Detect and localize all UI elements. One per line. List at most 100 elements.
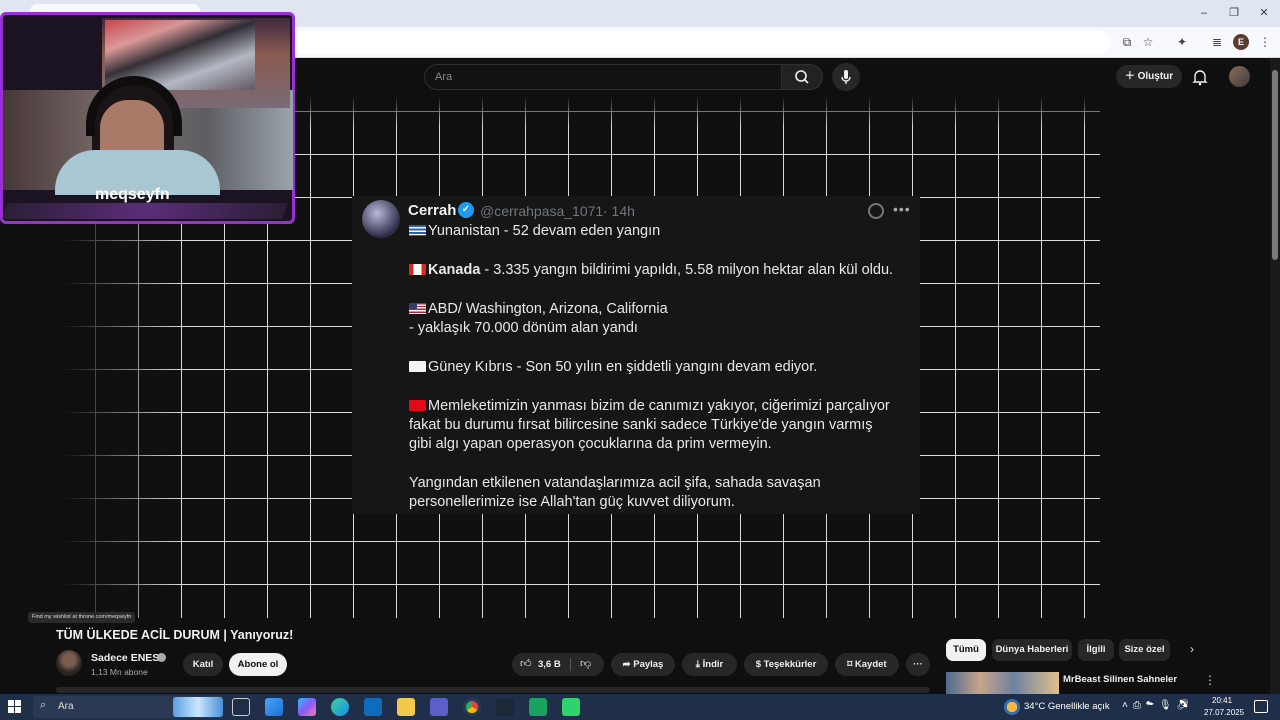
verified-badge-icon: ✓: [458, 202, 474, 218]
search-highlight-image: [173, 697, 223, 717]
tweet-author-avatar: [362, 200, 400, 238]
system-tray-icons[interactable]: ˄⎙☁🎙︎🔊︎: [1122, 700, 1194, 711]
save-label: Kaydet: [854, 659, 887, 670]
tweet-line-text: Güney Kıbrıs - Son 50 yılın en şiddetli …: [428, 359, 818, 375]
webcam-label-strip: [2, 203, 288, 219]
like-divider: [570, 658, 571, 671]
chip-for-you[interactable]: Size özel: [1119, 639, 1170, 661]
subscriber-count: 1,13 Mn abone: [91, 667, 148, 677]
join-button[interactable]: Katıl: [183, 653, 223, 676]
tweet-line: Memleketimizin yanması bizim de canımızı…: [409, 398, 890, 414]
channel-verified-icon: [157, 653, 166, 662]
recommendation-title[interactable]: MrBeast Silinen Sahneler: [1063, 674, 1177, 685]
description-box-edge: [56, 687, 930, 693]
turkey-flag-icon: [409, 400, 426, 411]
like-count[interactable]: 3,6 B: [538, 659, 561, 670]
taskbar-clock-date[interactable]: 27.07.2025: [1204, 708, 1244, 717]
weather-text[interactable]: 34°C Genellikle açık: [1024, 701, 1110, 712]
teams-icon[interactable]: [430, 698, 448, 716]
tweet-line: personellerimize ise Allah'tan güç kuvve…: [409, 494, 735, 510]
tweet-line-text: - 3.335 yangın bildirimi yapıldı, 5.58 m…: [480, 262, 894, 278]
channel-avatar[interactable]: [56, 650, 82, 676]
tweet-more-icon: •••: [893, 201, 911, 217]
minimize-button[interactable]: –: [1194, 4, 1214, 22]
thanks-icon: $: [755, 659, 764, 670]
search-input[interactable]: Ara: [424, 64, 782, 90]
greece-flag-icon: [409, 225, 426, 236]
microphone-icon: [841, 70, 851, 84]
wishlist-chip[interactable]: Find my wishlist at throne.com/meqseyfn: [28, 612, 136, 623]
save-button[interactable]: ⌑ Kaydet: [835, 653, 899, 676]
recommendation-menu-icon[interactable]: ⋮: [1204, 673, 1216, 687]
tweet-line-text: Yunanistan - 52 devam eden yangın: [428, 223, 661, 239]
grok-icon: [868, 203, 884, 219]
bell-icon: [1192, 70, 1208, 86]
notification-center-icon[interactable]: [1254, 700, 1268, 713]
chip-related[interactable]: İlgili: [1078, 639, 1114, 661]
tweet-line: Yangından etkilenen vatandaşlarımıza aci…: [409, 475, 821, 491]
channel-name[interactable]: Sadece ENES: [91, 652, 159, 664]
dislike-icon[interactable]: 👎︎: [580, 657, 591, 670]
file-explorer-icon[interactable]: [397, 698, 415, 716]
search-icon: [795, 70, 809, 84]
address-bar[interactable]: [290, 31, 1110, 54]
recommendation-thumbnail[interactable]: [946, 672, 1059, 694]
account-avatar[interactable]: [1229, 66, 1250, 87]
create-label: Oluştur: [1137, 71, 1174, 82]
usa-flag-icon: [409, 303, 426, 314]
close-window-button[interactable]: ✕: [1254, 4, 1274, 22]
bookmark-star-icon[interactable]: ☆: [1139, 33, 1157, 51]
install-app-icon[interactable]: ⧉: [1118, 33, 1136, 51]
chrome-icon[interactable]: [463, 698, 481, 716]
tweet-line: - yaklaşık 70.000 dönüm alan yandı: [409, 320, 638, 336]
like-icon[interactable]: 👍︎: [520, 657, 532, 670]
task-view-icon[interactable]: [232, 698, 250, 716]
windows-start-icon[interactable]: [8, 700, 22, 714]
taskbar-clock-time[interactable]: 20:41: [1212, 696, 1232, 705]
download-icon: ⤓: [695, 659, 703, 670]
chevron-right-icon[interactable]: ›: [1190, 642, 1194, 656]
create-button[interactable]: ＋ Oluştur: [1116, 65, 1182, 88]
share-icon: ➦: [622, 659, 634, 670]
tweet-line: ABD/ Washington, Arizona, California: [409, 301, 668, 317]
tweet-handle: @cerrahpasa_1071: [480, 203, 604, 219]
reading-list-icon[interactable]: ≣: [1208, 33, 1226, 51]
chip-all[interactable]: Tümü: [946, 639, 986, 661]
download-button[interactable]: ⤓ İndir: [682, 653, 737, 676]
more-actions-button[interactable]: ···: [906, 653, 930, 676]
sheets-icon[interactable]: [529, 698, 547, 716]
share-label: Paylaş: [633, 659, 664, 670]
outlook-icon[interactable]: [364, 698, 382, 716]
edge-icon[interactable]: [331, 698, 349, 716]
obs-or-app-icon[interactable]: [562, 698, 580, 716]
widgets-icon[interactable]: [265, 698, 283, 716]
copilot-icon[interactable]: [298, 698, 316, 716]
tweet-line: Kanada - 3.335 yangın bildirimi yapıldı,…: [409, 262, 893, 278]
tweet-line-text: Memleketimizin yanması bizim de canımızı…: [428, 398, 890, 414]
weather-icon[interactable]: [1004, 699, 1020, 715]
tweet-author-name: Cerrah: [408, 202, 457, 219]
browser-profile-avatar[interactable]: E: [1233, 34, 1249, 50]
thanks-button[interactable]: $ Teşekkürler: [744, 653, 828, 676]
bookmark-icon: ⌑: [847, 659, 855, 670]
plus-icon: ＋: [1124, 71, 1138, 82]
tweet-card: [352, 196, 920, 514]
share-button[interactable]: ➦ Paylaş: [611, 653, 675, 676]
steam-icon[interactable]: [496, 698, 514, 716]
webcam-streamer-name: meqseyfn: [95, 186, 170, 203]
maximize-button[interactable]: ❐: [1224, 4, 1244, 22]
browser-menu-icon[interactable]: ⋮: [1256, 33, 1274, 51]
voice-search-button[interactable]: [832, 63, 860, 91]
tweet-line: Yunanistan - 52 devam eden yangın: [409, 223, 660, 239]
extensions-icon[interactable]: ✦: [1173, 33, 1191, 51]
download-label: İndir: [702, 659, 724, 670]
scrollbar-thumb[interactable]: [1272, 70, 1278, 260]
notifications-button[interactable]: [1190, 67, 1210, 87]
tweet-line: Güney Kıbrıs - Son 50 yılın en şiddetli …: [409, 359, 817, 375]
taskbar-search-icon: ⌕: [40, 699, 47, 711]
video-vignette-right: [1100, 96, 1270, 618]
search-button[interactable]: [781, 64, 823, 90]
subscribe-button[interactable]: Abone ol: [229, 653, 287, 676]
tweet-line: gibi algı yapan operasyon çocuklarına da…: [409, 436, 772, 452]
chip-world-news[interactable]: Dünya Haberleri: [992, 639, 1072, 661]
